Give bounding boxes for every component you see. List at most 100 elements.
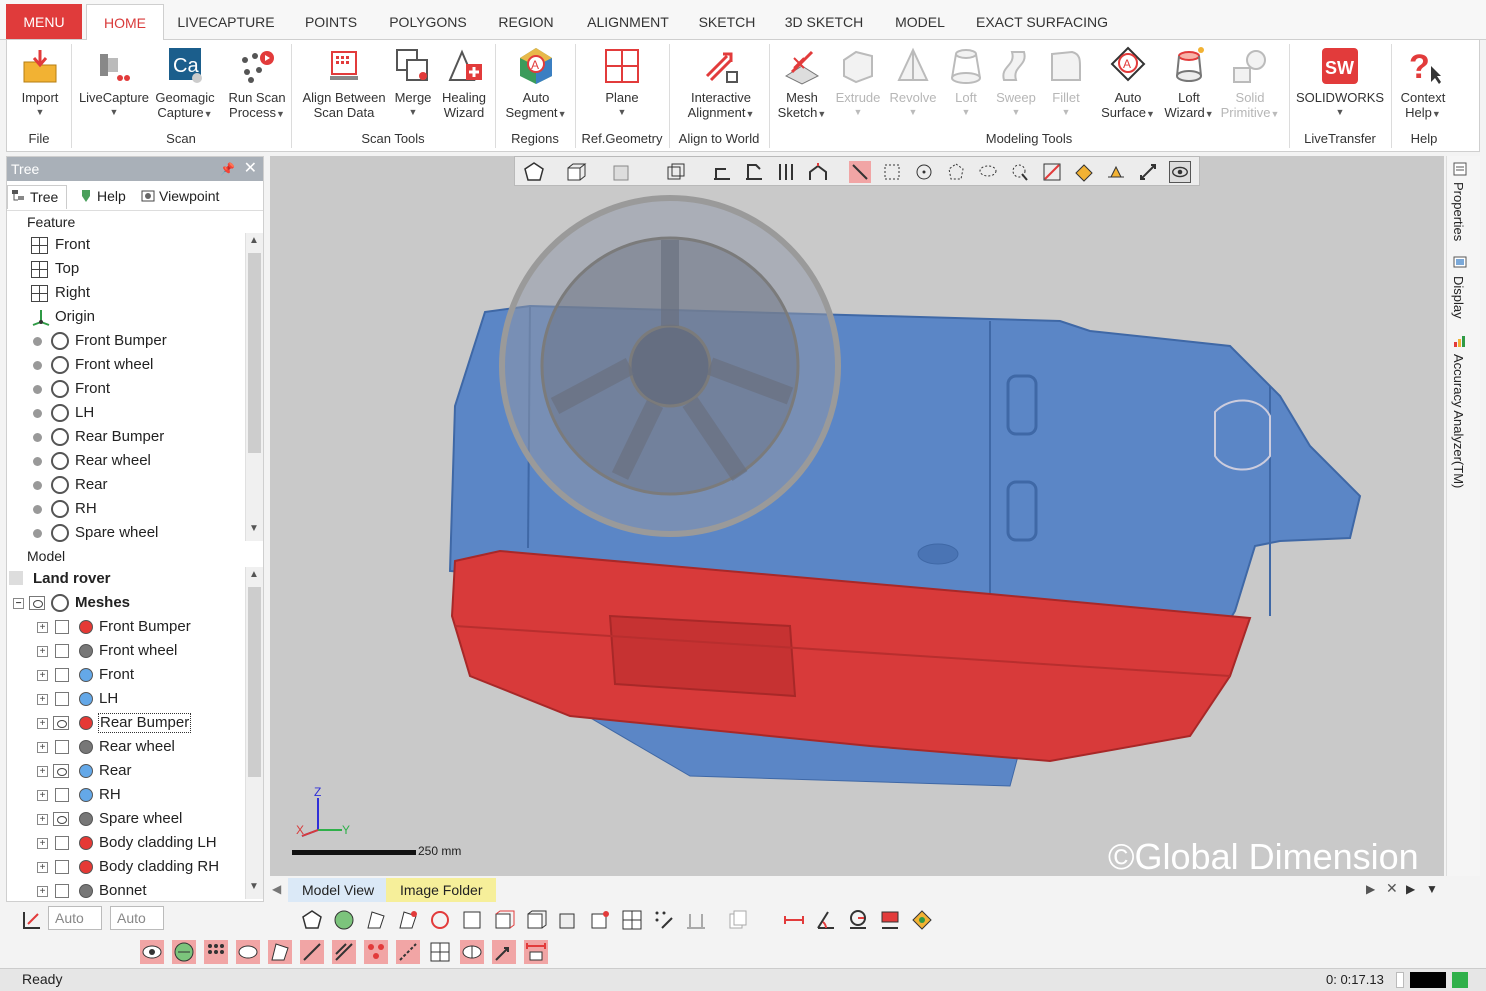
tab-region[interactable]: REGION	[490, 4, 562, 40]
mesh-body-cladding-rh[interactable]: + Body cladding RH	[7, 855, 263, 879]
eye-icon[interactable]	[53, 764, 69, 778]
interactive-alignment-button[interactable]: Interactive Alignment▼	[673, 46, 769, 130]
measure-radius-icon[interactable]	[846, 908, 870, 932]
extend-select-icon[interactable]	[1105, 161, 1127, 183]
collapse-icon[interactable]: −	[13, 598, 24, 609]
visibility-checkbox[interactable]	[55, 644, 69, 658]
feature-rear-wheel[interactable]: Rear wheel	[7, 449, 263, 473]
view-side-icon[interactable]	[775, 161, 797, 183]
feature-front-wheel[interactable]: Front wheel	[7, 353, 263, 377]
select-sketch-icon[interactable]	[492, 908, 516, 932]
view-iso-icon[interactable]	[807, 161, 829, 183]
select-region-icon[interactable]	[396, 908, 420, 932]
visibility-checkbox[interactable]	[55, 620, 69, 634]
select-mode-icon[interactable]	[20, 908, 44, 932]
mesh-lh[interactable]: + LH	[7, 687, 263, 711]
visibility-checkbox[interactable]	[55, 884, 69, 898]
tab-home[interactable]: HOME	[86, 4, 164, 40]
mesh-rear-wheel[interactable]: + Rear wheel	[7, 735, 263, 759]
measure-area-icon[interactable]	[878, 908, 902, 932]
tab-livecapture[interactable]: LIVECAPTURE	[172, 4, 280, 40]
show-bodies-icon[interactable]	[268, 940, 292, 964]
tab-exact-surfacing[interactable]: EXACT SURFACING	[972, 4, 1112, 40]
select-solid-icon[interactable]	[556, 908, 580, 932]
revolve-button[interactable]: Revolve ▼	[885, 46, 941, 130]
box-select-icon[interactable]	[665, 161, 687, 183]
mesh-spare-wheel[interactable]: + Spare wheel	[7, 807, 263, 831]
select-points-icon[interactable]	[652, 908, 676, 932]
show-point-features-icon[interactable]	[364, 940, 388, 964]
shaded-view-icon[interactable]	[611, 161, 633, 183]
show-coordinate-icon[interactable]	[460, 940, 484, 964]
eye-icon[interactable]	[53, 812, 69, 826]
feature-lh[interactable]: LH	[7, 401, 263, 425]
expand-icon[interactable]: +	[37, 814, 48, 825]
snap-mode-combo[interactable]: Auto	[48, 906, 102, 930]
feature-plane-top[interactable]: Top	[7, 257, 263, 281]
auto-segment-button[interactable]: A Auto Segment▼	[499, 46, 573, 130]
tab-forward-icon[interactable]: ▶	[1406, 882, 1415, 896]
tab-close-icon[interactable]: ✕	[1386, 880, 1398, 897]
show-sketch-icon[interactable]	[300, 940, 324, 964]
expand-icon[interactable]: +	[37, 694, 48, 705]
select-plane-icon[interactable]	[620, 908, 644, 932]
feature-front[interactable]: Front	[7, 377, 263, 401]
mesh-rh[interactable]: + RH	[7, 783, 263, 807]
mesh-rear-bumper[interactable]: + Rear Bumper	[7, 711, 263, 735]
select-vertex-icon[interactable]	[460, 908, 484, 932]
show-dimensions-icon[interactable]	[524, 940, 548, 964]
menu-button[interactable]: MENU	[6, 4, 82, 39]
mesh-front-wheel[interactable]: + Front wheel	[7, 639, 263, 663]
import-button[interactable]: Import ▼	[11, 46, 69, 130]
feature-front-bumper[interactable]: Front Bumper	[7, 329, 263, 353]
line-select-icon[interactable]	[849, 161, 871, 183]
show-3d-sketch-icon[interactable]	[332, 940, 356, 964]
eye-icon[interactable]	[29, 596, 45, 610]
tab-display[interactable]: Display	[1451, 256, 1467, 319]
model-root-land-rover[interactable]: Land rover	[7, 567, 263, 591]
feature-spare-wheel[interactable]: Spare wheel	[7, 521, 263, 545]
measure-angle-icon[interactable]	[814, 908, 838, 932]
rect-select-icon[interactable]	[881, 161, 903, 183]
tab-next-icon[interactable]: ▶	[1366, 882, 1375, 896]
tab-model-view[interactable]: Model View	[288, 878, 389, 902]
3d-viewport[interactable]: Z Y X 250 mm ©Global Dimension	[270, 156, 1444, 876]
visibility-checkbox[interactable]	[55, 788, 69, 802]
select-mesh-icon[interactable]	[332, 908, 356, 932]
show-vectors-icon[interactable]	[492, 940, 516, 964]
fillet-button[interactable]: Fillet ▼	[1043, 46, 1089, 130]
measure-distance-icon[interactable]	[782, 908, 806, 932]
tab-3d-sketch[interactable]: 3D SKETCH	[776, 4, 872, 40]
feature-rh[interactable]: RH	[7, 497, 263, 521]
mesh-rear[interactable]: + Rear	[7, 759, 263, 783]
hide-all-icon[interactable]	[140, 940, 164, 964]
tab-viewpoint[interactable]: Viewpoint	[137, 185, 233, 209]
mesh-front[interactable]: + Front	[7, 663, 263, 687]
lasso-select-icon[interactable]	[977, 161, 999, 183]
show-mesh-icon[interactable]	[172, 940, 196, 964]
tab-image-folder[interactable]: Image Folder	[386, 878, 497, 902]
visibility-checkbox[interactable]	[55, 860, 69, 874]
pin-icon[interactable]: 📌	[220, 157, 235, 181]
polygon-view-icon[interactable]	[523, 161, 545, 183]
visibility-checkbox[interactable]	[55, 836, 69, 850]
show-planes-icon[interactable]	[428, 940, 452, 964]
eye-icon[interactable]	[53, 716, 69, 730]
run-scan-process-button[interactable]: Run Scan Process▼	[225, 46, 289, 130]
expand-icon[interactable]: +	[37, 622, 48, 633]
solidworks-button[interactable]: SW SOLIDWORKS ▼	[1293, 46, 1387, 130]
tab-sketch[interactable]: SKETCH	[694, 4, 760, 40]
feature-plane-front[interactable]: Front	[7, 233, 263, 257]
select-vector-icon[interactable]	[684, 908, 708, 932]
livecapture-button[interactable]: LiveCapture ▼	[75, 46, 153, 130]
expand-icon[interactable]: +	[37, 646, 48, 657]
feature-rear[interactable]: Rear	[7, 473, 263, 497]
close-icon[interactable]: ✕	[244, 157, 257, 181]
loft-wizard-button[interactable]: Loft Wizard▼	[1159, 46, 1219, 130]
select-body-icon[interactable]	[300, 908, 324, 932]
mesh-front-bumper[interactable]: + Front Bumper	[7, 615, 263, 639]
paint-select-icon[interactable]	[1009, 161, 1031, 183]
tab-list-icon[interactable]: ▼	[1426, 882, 1438, 896]
select-edge-icon[interactable]	[428, 908, 452, 932]
geomagic-capture-button[interactable]: Ca Geomagic Capture▼	[151, 46, 219, 130]
